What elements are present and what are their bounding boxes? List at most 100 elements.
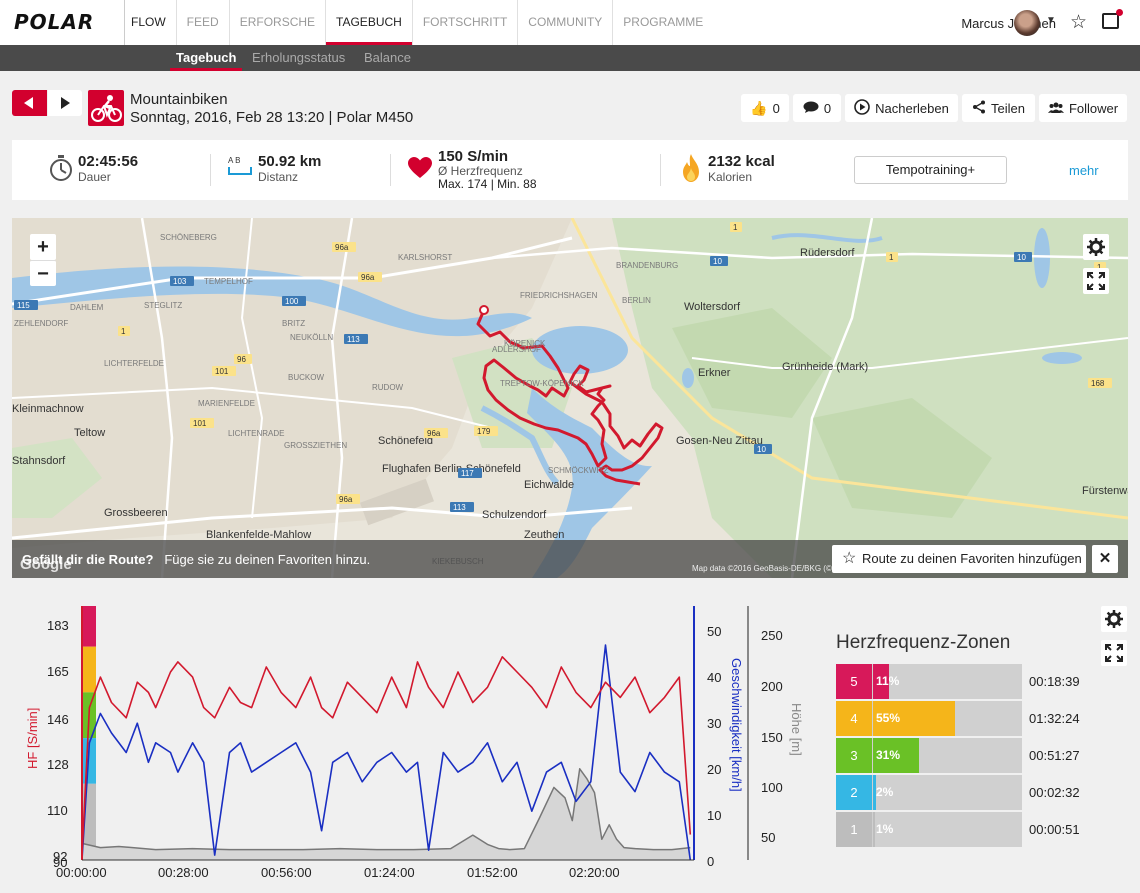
- road-shield-label: 103: [173, 277, 187, 286]
- add-route-favorite-button[interactable]: ☆ Route zu deinen Favoriten hinzufügen: [832, 545, 1086, 573]
- star-outline-icon: ☆: [842, 550, 857, 567]
- close-icon[interactable]: ✕: [1092, 545, 1118, 573]
- hr-zone-row: 1 1%: [836, 812, 1022, 847]
- map-place-label: BUCKOW: [288, 373, 324, 382]
- comment-button[interactable]: 0: [793, 94, 841, 122]
- follower-button[interactable]: Follower: [1039, 94, 1127, 122]
- map-fullscreen-icon[interactable]: [1083, 268, 1109, 294]
- hr-zone-bar: [873, 812, 875, 847]
- hr-zone-row: 4 55%: [836, 701, 1022, 736]
- road-shield-label: 113: [453, 503, 466, 512]
- chart-fullscreen-icon[interactable]: [1101, 640, 1127, 666]
- speed-tick-label: 20: [707, 762, 722, 777]
- duration-value: 02:45:56: [78, 153, 139, 170]
- nav-community[interactable]: COMMUNITY: [517, 0, 612, 45]
- map-place-label: BERLIN: [622, 296, 651, 305]
- route-map[interactable]: SCHÖNEBERG KARLSHORST BRANDENBURG Rüdersdor…: [12, 218, 1128, 578]
- nav-fortschritt[interactable]: FORTSCHRITT: [411, 0, 517, 45]
- road-shield-label: 101: [215, 367, 229, 376]
- nav-programme[interactable]: PROGRAMME: [612, 0, 713, 45]
- altitude-tick-label: 200: [761, 679, 783, 694]
- subnav-balance[interactable]: Balance: [364, 45, 411, 71]
- map-place-label: TEMPELHOF: [204, 277, 253, 286]
- relive-button[interactable]: Nacherleben: [845, 94, 958, 122]
- map-settings-gear-icon[interactable]: [1083, 234, 1109, 260]
- road-shield-label: 113: [347, 335, 360, 344]
- map-canvas[interactable]: SCHÖNEBERG KARLSHORST BRANDENBURG Rüdersdor…: [12, 218, 1128, 578]
- speed-tick-label: 40: [707, 670, 722, 685]
- map-place-label: LICHTENRADE: [228, 429, 284, 438]
- nav-erforsche[interactable]: ERFORSCHE: [228, 0, 325, 45]
- chevron-down-icon[interactable]: ▼: [1046, 15, 1056, 26]
- zoom-out-button[interactable]: −: [30, 260, 56, 286]
- zoom-in-button[interactable]: +: [30, 234, 56, 260]
- road-shield-label: 115: [17, 301, 30, 310]
- more-link[interactable]: mehr: [1069, 163, 1099, 178]
- subnav-erholungsstatus[interactable]: Erholungsstatus: [252, 45, 345, 71]
- hr-zone-number: 1: [836, 812, 872, 847]
- hr-tick-label: 146: [47, 712, 69, 727]
- favorite-route-bar: Google Gefällt dir die Route? Füge sie z…: [12, 540, 1128, 578]
- like-button[interactable]: 👍 0: [741, 94, 789, 122]
- altitude-series-line: [81, 768, 691, 851]
- hr-zone-band: [82, 783, 96, 860]
- nav-tagebuch[interactable]: TAGEBUCH: [325, 0, 412, 45]
- nav-feed[interactable]: FEED: [175, 0, 229, 45]
- user-name[interactable]: Marcus Jaschen: [961, 16, 1056, 31]
- people-icon: [1047, 100, 1064, 116]
- map-place-label: Schulzendorf: [482, 509, 547, 521]
- map-place-label: BRANDENBURG: [616, 261, 678, 270]
- sub-navigation: Tagebuch Erholungsstatus Balance: [0, 45, 1140, 71]
- hr-zone-row: 2 2%: [836, 775, 1022, 810]
- speed-tick-label: 10: [707, 808, 722, 823]
- map-place-label: Flughafen Berlin-Schönefeld: [382, 463, 521, 475]
- road-shield-label: 96a: [361, 273, 375, 282]
- map-place-label: ZEHLENDORF: [14, 319, 68, 328]
- map-place-label: KÖPENICK: [504, 339, 546, 348]
- time-tick-label: 01:52:00: [467, 865, 518, 880]
- polar-logo[interactable]: POLAR: [14, 10, 116, 39]
- map-place-label: STEGLITZ: [144, 301, 182, 310]
- speed-axis-title: Geschwindigkeit [km/h]: [729, 658, 744, 792]
- subnav-tagebuch[interactable]: Tagebuch: [169, 45, 243, 71]
- altitude-tick-label: 100: [761, 780, 783, 795]
- distance-value: 50.92 km: [258, 153, 322, 170]
- hr-zone-time: 00:18:39: [1029, 674, 1080, 689]
- session-details: Sonntag, 2016, Feb 28 13:20 | Polar M450: [130, 109, 414, 126]
- map-place-label: TREPTOW-KÖPENICK: [500, 379, 584, 388]
- map-place-label: DAHLEM: [70, 303, 104, 312]
- play-circle-icon: [854, 98, 870, 118]
- hr-zone-number: 4: [836, 701, 872, 736]
- share-button[interactable]: Teilen: [962, 94, 1035, 122]
- hr-zone-time: 01:32:24: [1029, 711, 1080, 726]
- next-session-button[interactable]: [48, 90, 82, 116]
- hr-zone-percent: 11%: [876, 674, 900, 688]
- hr-zone-time: 00:51:27: [1029, 748, 1080, 763]
- star-icon[interactable]: ☆: [1070, 11, 1087, 34]
- map-place-label: BRITZ: [282, 319, 305, 328]
- comment-count: 0: [823, 100, 832, 116]
- distance-label: Distanz: [258, 170, 299, 184]
- hr-zone-number: 3: [836, 738, 872, 773]
- speed-tick-label: 30: [707, 716, 722, 731]
- tempo-training-button[interactable]: Tempotraining+: [854, 156, 1007, 184]
- notification-icon[interactable]: [1102, 9, 1123, 29]
- chart-plot-area: [82, 606, 694, 860]
- hr-zone-percent: 2%: [876, 785, 894, 799]
- nav-flow[interactable]: FLOW: [124, 0, 176, 45]
- road-shield-label: 10: [757, 445, 766, 454]
- chart-settings-gear-icon[interactable]: [1101, 606, 1127, 632]
- speed-tick-label: 50: [707, 624, 722, 639]
- road-shield-label: 1: [121, 327, 126, 336]
- mountain-bike-icon: [88, 90, 124, 126]
- heart-icon: [408, 157, 432, 184]
- hr-zone-band: [82, 606, 96, 647]
- avatar[interactable]: [1014, 10, 1040, 36]
- previous-session-button[interactable]: [12, 90, 47, 116]
- map-place-label: FRIEDRICHSHAGEN: [520, 291, 598, 300]
- map-place-label: Rüdersdorf: [800, 247, 855, 259]
- time-tick-label: 00:00:00: [56, 865, 107, 880]
- map-place-label: Woltersdorf: [684, 301, 741, 313]
- map-place-label: KARLSHORST: [398, 253, 452, 262]
- hr-zone-time: 00:00:51: [1029, 822, 1080, 837]
